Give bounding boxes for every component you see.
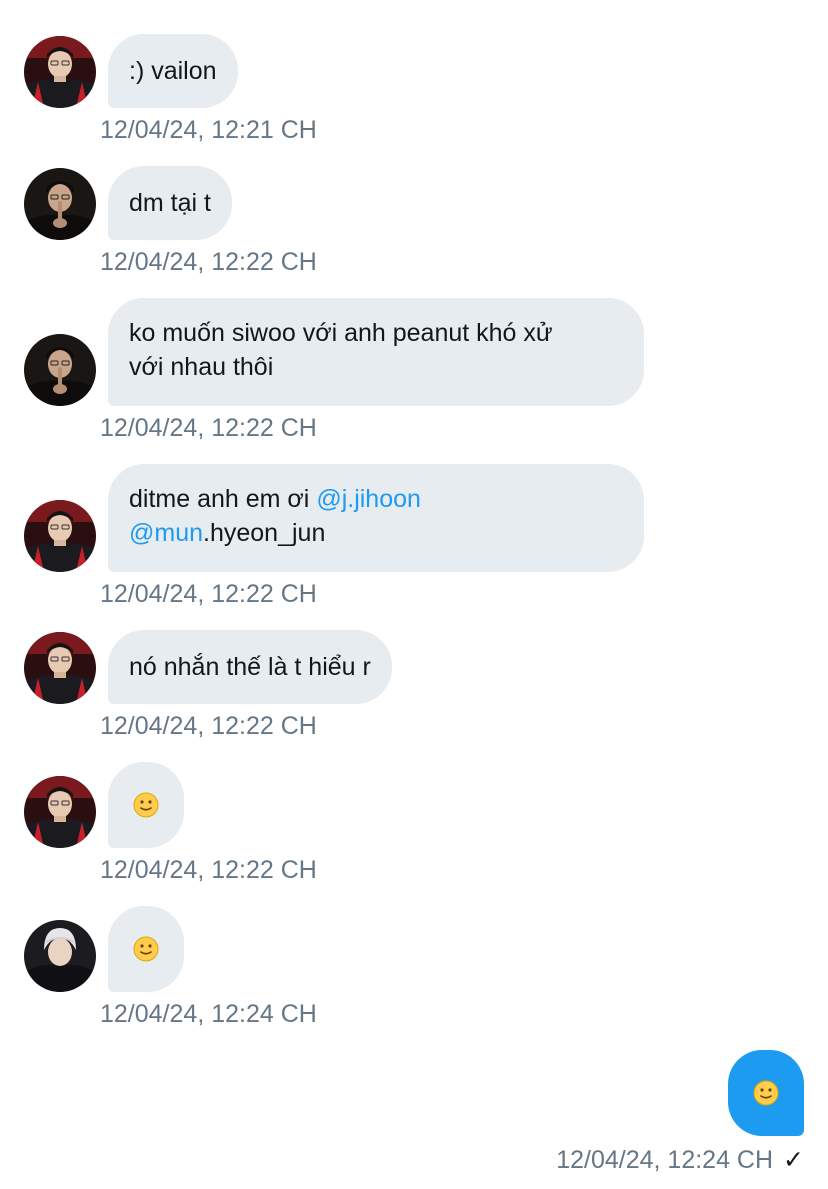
message-text-line: ko muốn siwoo với anh peanut khó xử [129,319,553,347]
message-bubble[interactable] [108,762,184,848]
avatar[interactable] [24,334,96,406]
message-timestamp: 12/04/24, 12:22 CH [100,414,317,442]
message-text-line: với nhau thôi [129,353,274,381]
avatar[interactable] [24,168,96,240]
avatar-image [24,920,96,992]
message-timestamp: 12/04/24, 12:24 CH [556,1145,774,1174]
message-bubble[interactable]: ditme anh em ơi @j.jihoon @mun.hyeon_jun [108,464,644,572]
smiling-face-icon [753,1080,779,1106]
avatar-image [24,776,96,848]
message-bubble[interactable] [108,906,184,992]
outgoing-message-meta: 12/04/24, 12:24 CH ✓ [556,1145,804,1175]
avatar-image [24,500,96,572]
mention-link[interactable]: @mun [129,519,203,547]
avatar-image [24,632,96,704]
mention-link[interactable]: @j.jihoon [316,485,421,513]
message-text-line: @mun.hyeon_jun [129,516,623,550]
message-bubble[interactable]: nó nhắn thế là t hiểu r [108,630,392,704]
message-text: dm tại t [129,189,211,217]
message-timestamp: 12/04/24, 12:22 CH [100,248,317,276]
message-timestamp: 12/04/24, 12:24 CH [100,1000,317,1028]
message-bubble[interactable]: dm tại t [108,166,232,240]
message-text-line: ditme anh em ơi @j.jihoon [129,482,623,516]
message-text: nó nhắn thế là t hiểu r [129,653,371,681]
avatar-image [24,36,96,108]
avatar[interactable] [24,500,96,572]
smiling-face-icon [133,792,159,818]
message-timestamp: 12/04/24, 12:21 CH [100,116,317,144]
avatar[interactable] [24,920,96,992]
message-bubble[interactable]: ko muốn siwoo với anh peanut khó xử với … [108,298,644,406]
message-text: ditme anh em ơi [129,485,317,513]
avatar-image [24,334,96,406]
avatar[interactable] [24,36,96,108]
avatar-image [24,168,96,240]
message-timestamp: 12/04/24, 12:22 CH [100,580,317,608]
avatar[interactable] [24,776,96,848]
smiling-face-icon [133,936,159,962]
avatar[interactable] [24,632,96,704]
checkmark-icon: ✓ [783,1146,804,1174]
message-timestamp: 12/04/24, 12:22 CH [100,856,317,884]
outgoing-message-bubble[interactable] [728,1050,804,1136]
message-text: .hyeon_jun [203,519,326,547]
message-timestamp: 12/04/24, 12:22 CH [100,712,317,740]
message-text: :) vailon [129,57,217,85]
message-bubble[interactable]: :) vailon [108,34,238,108]
